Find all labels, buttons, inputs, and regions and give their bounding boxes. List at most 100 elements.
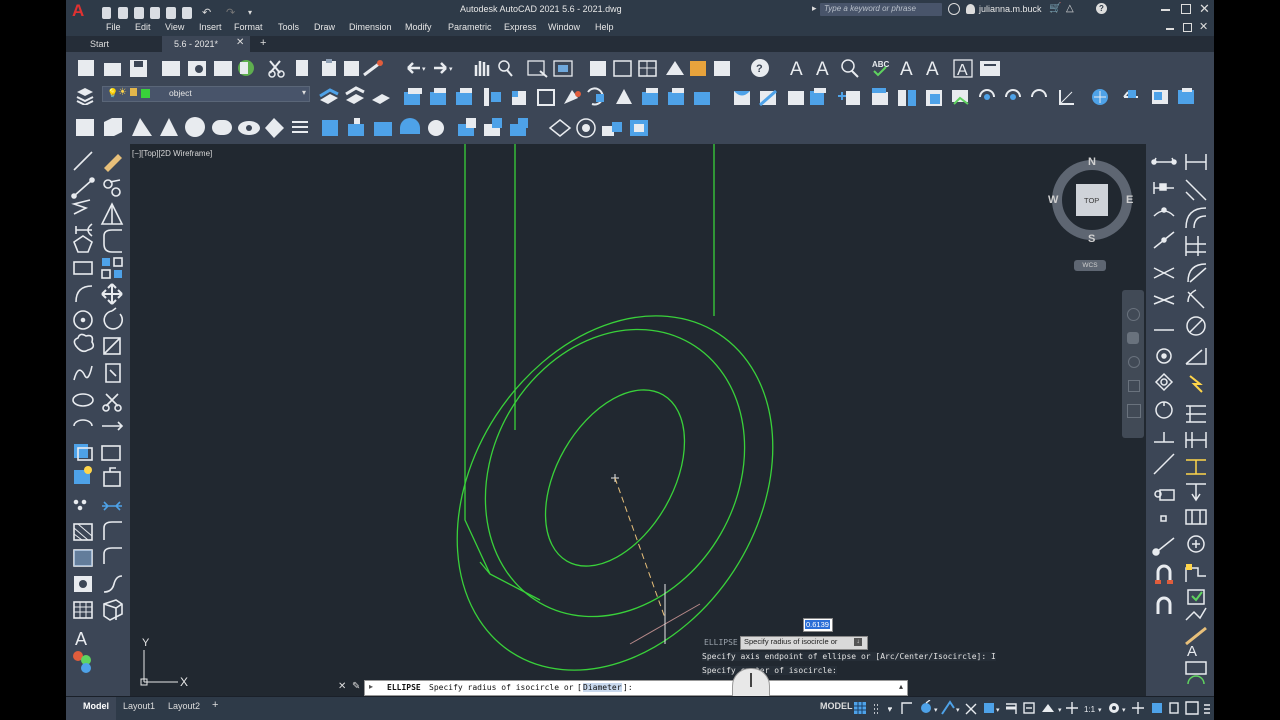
autodesk-app-icon[interactable]: △ [1066, 3, 1074, 14]
new-icon[interactable] [102, 7, 111, 19]
tab-close-icon[interactable]: ✕ [236, 37, 244, 48]
menu-tools[interactable]: Tools [278, 22, 299, 32]
tab-drawing-label: 5.6 - 2021* [174, 39, 219, 49]
add-layout-button[interactable]: + [212, 699, 218, 711]
tab-drawing[interactable]: 5.6 - 2021* ✕ [162, 36, 250, 52]
tab-start[interactable]: Start [66, 36, 162, 52]
svg-text:▾: ▾ [956, 707, 960, 714]
cart-icon[interactable]: 🛒 [1049, 3, 1061, 14]
menu-help[interactable]: Help [595, 22, 614, 32]
qat-dropdown-icon[interactable]: ▾ [248, 7, 256, 19]
redo-icon[interactable]: ↷ [226, 7, 240, 19]
app-logo[interactable]: A [72, 1, 92, 21]
compass-north[interactable]: N [1088, 156, 1096, 168]
standard-toolbar-icons[interactable]: ▾ ▾ ? AA ABC A A A [74, 57, 1208, 80]
nav-pan-icon[interactable] [1127, 332, 1139, 344]
nav-steering-wheel-icon[interactable] [1127, 308, 1140, 321]
menu-file[interactable]: File [106, 22, 121, 32]
viewcube[interactable]: N S E W TOP WCS [1048, 156, 1136, 286]
svg-text:▾: ▾ [888, 707, 892, 714]
dynamic-prompt-tag: ELLIPSE [704, 638, 738, 647]
svg-text:A: A [957, 62, 968, 79]
menu-modify[interactable]: Modify [405, 22, 432, 32]
svg-text:?: ? [756, 63, 763, 75]
open-web-icon[interactable] [166, 7, 176, 19]
status-toggles[interactable]: ▾ ▾ ▾ ▾ ▾ 1:1 ▾ ▾ [852, 700, 1210, 718]
command-input[interactable]: ▸ ELLIPSE Specify radius of isocircle or… [364, 680, 908, 696]
tab-layout2[interactable]: Layout2 [168, 701, 200, 711]
compass-south[interactable]: S [1088, 233, 1095, 245]
compass-east[interactable]: E [1126, 194, 1133, 206]
layer-lock-icon[interactable] [130, 88, 137, 96]
minimize-icon[interactable] [1161, 9, 1170, 11]
nav-orbit-icon[interactable] [1128, 380, 1140, 392]
tab-layout1[interactable]: Layout1 [123, 701, 155, 711]
search-input[interactable]: Type a keyword or phrase [820, 3, 942, 16]
dynamic-input-value[interactable]: 0.6139 [803, 618, 833, 632]
menu-parametric[interactable]: Parametric [448, 22, 492, 32]
layer-freeze-icon[interactable]: ☀ [118, 87, 127, 98]
dynamic-options-button[interactable]: ↓ [854, 638, 862, 646]
draw-toolbar-icons[interactable]: A [66, 144, 130, 696]
command-name: ELLIPSE [387, 683, 421, 692]
save-as-icon[interactable] [150, 7, 160, 19]
layer-dropdown[interactable]: 💡 ☀ object ▾ [102, 86, 310, 102]
close-icon[interactable]: ✕ [1199, 1, 1210, 17]
modify-toolbar[interactable] [316, 86, 1208, 108]
modeling-toolbar-icons[interactable] [74, 116, 694, 140]
nav-zoom-icon[interactable] [1128, 356, 1140, 368]
compass-west[interactable]: W [1048, 194, 1058, 206]
undo-icon[interactable]: ↶ [202, 7, 216, 19]
menu-draw[interactable]: Draw [314, 22, 335, 32]
user-icon[interactable] [966, 4, 975, 14]
command-prompt-bracket: [ [577, 683, 582, 692]
svg-text:A: A [900, 59, 913, 79]
menu-window[interactable]: Window [548, 22, 580, 32]
menu-edit[interactable]: Edit [135, 22, 151, 32]
command-recent-icon[interactable]: ▸ [369, 682, 373, 691]
save-web-icon[interactable] [182, 7, 192, 19]
new-tab-button[interactable]: + [260, 37, 266, 49]
layer-on-icon[interactable]: 💡 [107, 88, 118, 99]
annotation-scale[interactable]: 1:1 [1084, 705, 1096, 714]
wcs-menu[interactable]: WCS [1074, 260, 1106, 271]
command-history-toggle-icon[interactable]: ▴ [899, 682, 903, 691]
autocad-window: A ↶ ↷ ▾ Autodesk AutoCAD 2021 5.6 - 2021… [66, 0, 1214, 720]
menu-dimension[interactable]: Dimension [349, 22, 392, 32]
user-name[interactable]: julianna.m.buck [979, 4, 1042, 14]
search-chevron-icon[interactable]: ▸ [812, 3, 817, 14]
document-tab-bar: Start 5.6 - 2021* ✕ + [66, 36, 1214, 52]
search-icon[interactable] [948, 3, 960, 15]
nav-showmotion-icon[interactable] [1127, 404, 1141, 418]
save-icon[interactable] [134, 7, 144, 19]
menu-format[interactable]: Format [234, 22, 263, 32]
tab-model-label: Model [83, 701, 109, 711]
command-line-customize-icon[interactable]: ✎ [352, 681, 360, 692]
viewcube-face-top[interactable]: TOP [1084, 196, 1099, 205]
svg-text:▾: ▾ [449, 66, 453, 73]
dimension-snap-toolbar: A [1146, 144, 1214, 696]
menu-express[interactable]: Express [504, 22, 537, 32]
maximize-icon[interactable] [1181, 4, 1191, 14]
svg-text:ABC: ABC [872, 60, 890, 69]
layer-dropdown-arrow-icon[interactable]: ▾ [302, 88, 306, 97]
open-icon[interactable] [118, 7, 128, 19]
modify-toolbar-icons [316, 86, 1208, 108]
doc-restore-icon[interactable] [1183, 23, 1192, 32]
right-toolbar-icons[interactable]: A [1146, 144, 1214, 696]
menu-insert[interactable]: Insert [199, 22, 222, 32]
model-space-button[interactable]: MODEL [820, 701, 853, 711]
layer-properties-icon[interactable] [76, 87, 94, 107]
doc-close-icon[interactable]: ✕ [1199, 20, 1208, 33]
menu-view[interactable]: View [165, 22, 184, 32]
dynamic-prompt-text: Specify radius of isocircle or [744, 637, 838, 646]
doc-minimize-icon[interactable] [1166, 28, 1174, 30]
command-option-diameter[interactable]: Diameter [583, 683, 622, 692]
command-line-close-icon[interactable]: ✕ [338, 681, 346, 692]
drawing-canvas[interactable]: [−][Top][2D Wireframe] Y X N S E W TOP W… [130, 144, 1146, 714]
help-icon[interactable]: ? [1096, 3, 1107, 14]
tab-model[interactable]: Model [66, 697, 116, 720]
svg-text:▾: ▾ [422, 66, 426, 73]
drawing-geometry[interactable]: Y X [130, 144, 1146, 696]
navigation-bar[interactable] [1122, 290, 1144, 438]
